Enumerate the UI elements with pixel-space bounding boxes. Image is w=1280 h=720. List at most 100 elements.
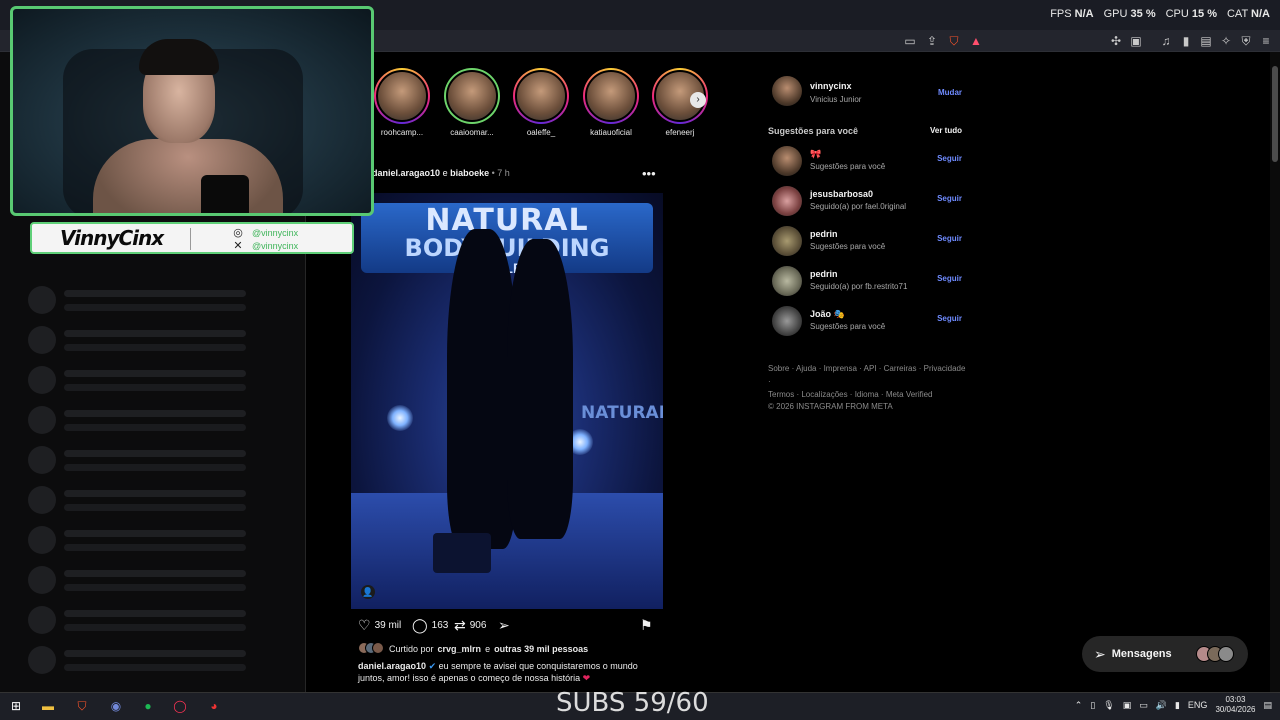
avatar[interactable]: [772, 146, 802, 176]
menu-icon[interactable]: ≡: [1258, 33, 1274, 49]
story-username: caaioomar...: [450, 128, 494, 137]
subs-goal-overlay: SUBS 59/60: [556, 688, 709, 718]
tray-battery-icon[interactable]: ▮: [1175, 700, 1180, 711]
suggestion-name[interactable]: João 🎭: [810, 309, 845, 320]
volume-icon[interactable]: 🔊: [1156, 700, 1167, 711]
liked-by: Curtido por crvg_mlrn e outras 39 mil pe…: [358, 642, 588, 656]
cpu-label: CPU: [1165, 8, 1189, 20]
suggestion-name[interactable]: pedrin: [810, 269, 838, 279]
scrollbar-thumb[interactable]: [1272, 66, 1278, 162]
cast-icon[interactable]: ▭: [902, 33, 918, 49]
instagram-icon: ◎: [233, 227, 243, 239]
mic-icon[interactable]: 🎙: [1103, 700, 1114, 711]
post-image[interactable]: NATURAL BODYBUILDING PO ALEGR NATURAL 👤: [351, 193, 663, 609]
follow-button[interactable]: Seguir: [937, 194, 962, 203]
music-icon[interactable]: ♫: [1158, 33, 1174, 49]
leo-ai-icon[interactable]: ✧: [1218, 33, 1234, 49]
notifications-icon[interactable]: ▤: [1263, 700, 1272, 711]
story-avatar: [515, 70, 567, 122]
brave-browser-icon[interactable]: ⛉: [74, 698, 90, 714]
footer-line-2[interactable]: Termos · Localizações · Idioma · Meta Ve…: [768, 388, 968, 401]
spotify-icon[interactable]: ●: [140, 698, 156, 714]
current-username[interactable]: vinnycinx: [810, 81, 852, 91]
skeleton-row: [28, 366, 258, 396]
post-separator: •: [491, 168, 495, 178]
language-indicator[interactable]: ENG: [1188, 700, 1208, 710]
trophy-box: [433, 533, 491, 573]
footer-line-1[interactable]: Sobre · Ajuda · Imprensa · API · Carreir…: [768, 362, 968, 388]
suggestion-name[interactable]: pedrin: [810, 229, 838, 239]
clock[interactable]: 03:03 30/04/2026: [1215, 695, 1255, 715]
share-button[interactable]: ➢: [498, 617, 510, 633]
messages-label: Mensagens: [1111, 648, 1172, 660]
story-item[interactable]: katiauoficial: [583, 68, 639, 137]
extensions-icon[interactable]: ✣: [1108, 33, 1124, 49]
follow-button[interactable]: Seguir: [937, 274, 962, 283]
current-user: vinnycinx Vinicius Junior Mudar: [768, 74, 968, 108]
stories-next-icon[interactable]: ›: [690, 92, 706, 108]
obs-icon[interactable]: ◕: [206, 698, 222, 714]
switch-account-button[interactable]: Mudar: [938, 88, 962, 97]
suggestion-item: João 🎭 Sugestões para você Seguir: [768, 306, 968, 340]
suggestion-sub: Sugestões para você: [810, 242, 886, 251]
copyright: © 2026 INSTAGRAM FROM META: [768, 402, 893, 411]
streamer-nickname: VinnyCinx: [60, 226, 164, 250]
repost-button[interactable]: ⇄ 906: [454, 617, 486, 633]
like-button[interactable]: ♡ 39 mil: [358, 617, 401, 633]
save-button[interactable]: ⚑: [640, 617, 653, 633]
post-caption: daniel.aragao10 ✔ eu sempre te avisei qu…: [358, 660, 658, 684]
opera-gx-icon[interactable]: ◯: [172, 698, 188, 714]
comment-icon: ◯: [412, 617, 428, 633]
post-coauthor[interactable]: biaboeke: [450, 168, 489, 178]
follow-button[interactable]: Seguir: [937, 154, 962, 163]
comment-button[interactable]: ◯ 163: [412, 617, 448, 633]
avatar[interactable]: [772, 186, 802, 216]
caption-user[interactable]: daniel.aragao10: [358, 661, 426, 671]
messages-button[interactable]: ➢ Mensagens: [1082, 636, 1248, 672]
sidebar-toggle-icon[interactable]: ▮: [1178, 33, 1194, 49]
brave-rewards-icon[interactable]: ▲: [968, 33, 984, 49]
post-header: daniel.aragao10 e biaboeke • 7 h: [372, 168, 510, 178]
avatar[interactable]: [772, 76, 802, 106]
brave-shield-icon[interactable]: ⛉: [946, 33, 962, 49]
streamer-body: [93, 139, 283, 213]
avatar[interactable]: [772, 226, 802, 256]
skeleton-row: [28, 566, 258, 596]
discord-icon[interactable]: ◉: [108, 698, 124, 714]
post-author[interactable]: daniel.aragao10: [372, 168, 440, 178]
story-item[interactable]: roohcamp...: [374, 68, 430, 137]
webcam-overlay: [10, 6, 374, 216]
story-item[interactable]: caaioomar...: [444, 68, 500, 137]
follow-button[interactable]: Seguir: [937, 314, 962, 323]
more-options-icon[interactable]: •••: [642, 166, 656, 181]
wallet-icon[interactable]: ▤: [1198, 33, 1214, 49]
reposts-count: 906: [469, 619, 487, 631]
streamer-hair: [139, 39, 219, 75]
current-fullname: Vinicius Junior: [810, 95, 862, 104]
windows-start-icon[interactable]: ⊞: [8, 698, 24, 714]
see-all-button[interactable]: Ver tudo: [930, 126, 962, 135]
story-avatar: [376, 70, 428, 122]
suggestion-name[interactable]: 🎀: [810, 149, 821, 160]
follow-button[interactable]: Seguir: [937, 234, 962, 243]
tray-network-icon[interactable]: ▭: [1139, 700, 1148, 711]
liked-others[interactable]: outras 39 mil pessoas: [494, 644, 588, 654]
liker-avatars: [358, 642, 384, 656]
vpn-icon[interactable]: ⛨: [1238, 33, 1254, 49]
namebar-divider: [190, 228, 191, 250]
suggestion-name[interactable]: jesusbarbosa0: [810, 189, 873, 199]
screenshot-icon[interactable]: ▣: [1128, 33, 1144, 49]
avatar[interactable]: [772, 266, 802, 296]
liked-user[interactable]: crvg_mlrn: [438, 644, 482, 654]
tagged-user-icon[interactable]: 👤: [361, 585, 375, 599]
share-icon[interactable]: ⇪: [924, 33, 940, 49]
avatar[interactable]: [772, 306, 802, 336]
story-item[interactable]: oaleffe_: [513, 68, 569, 137]
verified-icon: ✔: [428, 661, 437, 671]
post-actions: ♡ 39 mil ◯ 163 ⇄ 906 ➢ ⚑: [358, 617, 658, 635]
tray-app-icon[interactable]: ▯: [1090, 700, 1095, 711]
tray-chevron-icon[interactable]: ⌃: [1075, 700, 1083, 711]
suggestion-sub: Seguido(a) por fb.restrito71: [810, 282, 908, 291]
tray-display-icon[interactable]: ▣: [1123, 700, 1132, 711]
file-explorer-icon[interactable]: ▬: [40, 698, 56, 714]
